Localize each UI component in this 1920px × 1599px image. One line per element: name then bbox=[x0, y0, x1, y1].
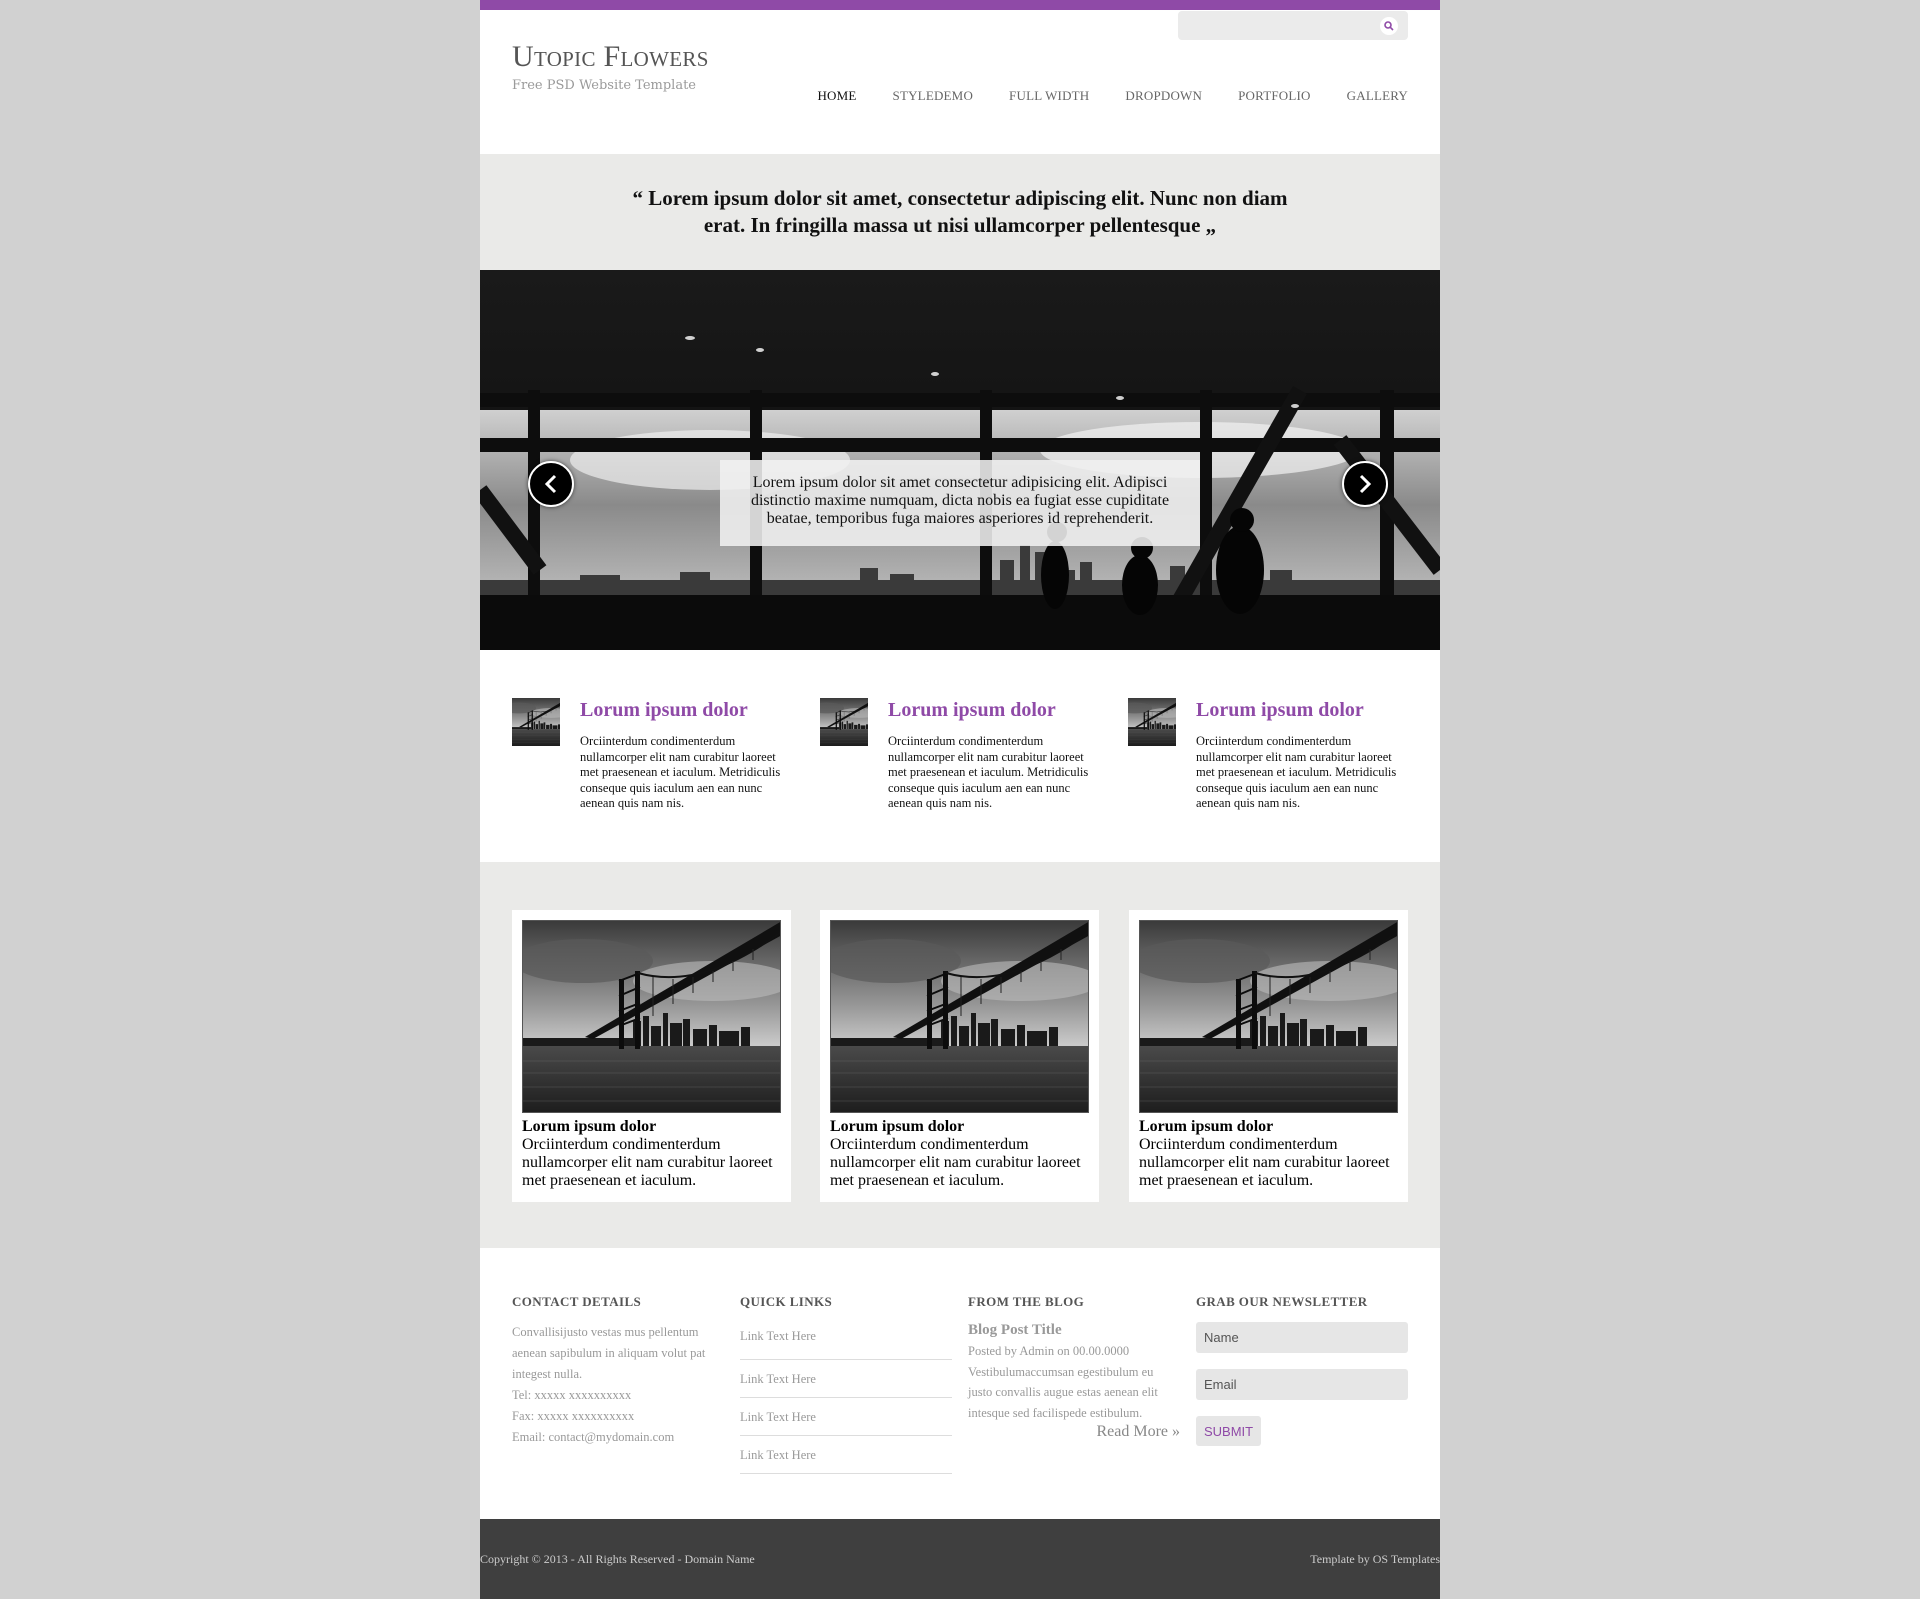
newsletter-heading: GRAB OUR NEWSLETTER bbox=[1196, 1294, 1368, 1309]
feature-title[interactable]: Lorum ipsum dolor bbox=[580, 698, 748, 722]
quick-links-heading: QUICK LINKS bbox=[740, 1294, 833, 1309]
gallery-section: Lorum ipsum dolor Orciinterdum condiment… bbox=[480, 862, 1440, 1248]
search-icon bbox=[1384, 21, 1394, 31]
gallery-card: Lorum ipsum dolor Orciinterdum condiment… bbox=[820, 910, 1099, 1202]
bottom-bar: Copyright © 2013 - All Rights Reserved -… bbox=[480, 1519, 1440, 1599]
quick-link[interactable]: Link Text Here bbox=[740, 1322, 952, 1360]
slider-caption: Lorem ipsum dolor sit amet consectetur a… bbox=[720, 460, 1200, 546]
feature-item: Lorum ipsum dolor Orciinterdum condiment… bbox=[820, 698, 1105, 828]
feature-text: Orciinterdum condimenterdum nullamcorper… bbox=[1196, 734, 1397, 810]
name-field[interactable] bbox=[1196, 1322, 1408, 1353]
gallery-card-title[interactable]: Lorum ipsum dolor bbox=[522, 1117, 656, 1136]
gallery-card-text: Orciinterdum condimenterdum nullamcorper… bbox=[1139, 1136, 1390, 1189]
contact-fax: Fax: xxxxx xxxxxxxxxx bbox=[512, 1409, 635, 1423]
feature-thumbnail[interactable] bbox=[1128, 698, 1176, 746]
gallery-card-title[interactable]: Lorum ipsum dolor bbox=[1139, 1117, 1273, 1136]
page: Utopic Flowers Free PSD Website Template… bbox=[480, 0, 1440, 1599]
copyright-text: Copyright © 2013 - All Rights Reserved -… bbox=[480, 1552, 755, 1566]
feature-item: Lorum ipsum dolor Orciinterdum condiment… bbox=[1128, 698, 1413, 828]
logo-subtitle: Free PSD Website Template bbox=[512, 78, 696, 93]
quick-link[interactable]: Link Text Here bbox=[740, 1398, 952, 1436]
nav-full-width[interactable]: FULL WIDTH bbox=[1009, 88, 1089, 104]
feature-text: Orciinterdum condimenterdum nullamcorper… bbox=[888, 734, 1089, 810]
contact-text: Convallisijusto vestas mus pellentum aen… bbox=[512, 1325, 706, 1381]
newsletter: GRAB OUR NEWSLETTER SUBMIT bbox=[1196, 1294, 1408, 1446]
submit-button[interactable]: SUBMIT bbox=[1196, 1416, 1262, 1446]
blog-post-text: Vestibulumaccumsan egestibulum eu justo … bbox=[968, 1364, 1158, 1420]
feature-item: Lorum ipsum dolor Orciinterdum condiment… bbox=[512, 698, 797, 828]
logo-title[interactable]: Utopic Flowers bbox=[512, 40, 709, 74]
chevron-left-icon bbox=[544, 474, 557, 494]
quick-link[interactable]: Link Text Here bbox=[740, 1436, 952, 1474]
gallery-card: Lorum ipsum dolor Orciinterdum condiment… bbox=[512, 910, 791, 1202]
top-accent-bar bbox=[480, 0, 1440, 10]
gallery-image[interactable] bbox=[830, 920, 1089, 1113]
feature-thumbnail[interactable] bbox=[512, 698, 560, 746]
email-field[interactable] bbox=[1196, 1369, 1408, 1400]
nav-gallery[interactable]: GALLERY bbox=[1347, 88, 1408, 104]
gallery-card-text: Orciinterdum condimenterdum nullamcorper… bbox=[830, 1136, 1081, 1189]
image-slider: Lorem ipsum dolor sit amet consectetur a… bbox=[480, 270, 1440, 650]
feature-title[interactable]: Lorum ipsum dolor bbox=[1196, 698, 1364, 722]
nav-styledemo[interactable]: STYLEDEMO bbox=[893, 88, 974, 104]
search-box[interactable] bbox=[1178, 11, 1408, 40]
feature-thumbnail[interactable] bbox=[820, 698, 868, 746]
gallery-image[interactable] bbox=[522, 920, 781, 1113]
feature-text: Orciinterdum condimenterdum nullamcorper… bbox=[580, 734, 781, 810]
feature-title[interactable]: Lorum ipsum dolor bbox=[888, 698, 1056, 722]
gallery-image[interactable] bbox=[1139, 920, 1398, 1113]
slider-next-button[interactable] bbox=[1342, 461, 1388, 507]
main-nav: HOME STYLEDEMO FULL WIDTH DROPDOWN PORTF… bbox=[817, 88, 1408, 104]
search-input[interactable] bbox=[1186, 15, 1370, 37]
slider-caption-text: Lorem ipsum dolor sit amet consectetur a… bbox=[750, 474, 1170, 527]
nav-home[interactable]: HOME bbox=[817, 88, 856, 104]
gallery-card-text: Orciinterdum condimenterdum nullamcorper… bbox=[522, 1136, 773, 1189]
features-section: Lorum ipsum dolor Orciinterdum condiment… bbox=[480, 650, 1440, 862]
read-more-link[interactable]: Read More » bbox=[968, 1423, 1180, 1441]
search-button[interactable] bbox=[1380, 17, 1398, 35]
quote-text: “ Lorem ipsum dolor sit amet, consectetu… bbox=[632, 186, 1288, 237]
quick-links: QUICK LINKS Link Text Here Link Text Her… bbox=[740, 1294, 952, 1474]
contact-heading: CONTACT DETAILS bbox=[512, 1294, 642, 1309]
blog-preview: FROM THE BLOG Blog Post Title Posted by … bbox=[968, 1294, 1180, 1441]
contact-details: CONTACT DETAILS Convallisijusto vestas m… bbox=[512, 1294, 717, 1448]
blog-post-meta: Posted by Admin on 00.00.0000 bbox=[968, 1344, 1130, 1358]
quick-link[interactable]: Link Text Here bbox=[740, 1360, 952, 1398]
gallery-card: Lorum ipsum dolor Orciinterdum condiment… bbox=[1129, 910, 1408, 1202]
nav-dropdown[interactable]: DROPDOWN bbox=[1125, 88, 1202, 104]
nav-portfolio[interactable]: PORTFOLIO bbox=[1238, 88, 1311, 104]
chevron-right-icon bbox=[1359, 474, 1372, 494]
blog-post-title[interactable]: Blog Post Title bbox=[968, 1322, 1180, 1339]
template-credit[interactable]: Template by OS Templates bbox=[1310, 1552, 1440, 1567]
blog-heading: FROM THE BLOG bbox=[968, 1294, 1085, 1309]
gallery-card-title[interactable]: Lorum ipsum dolor bbox=[830, 1117, 964, 1136]
slider-prev-button[interactable] bbox=[528, 461, 574, 507]
contact-email[interactable]: Email: contact@mydomain.com bbox=[512, 1427, 717, 1448]
contact-tel: Tel: xxxxx xxxxxxxxxx bbox=[512, 1388, 632, 1402]
quote-banner: “ Lorem ipsum dolor sit amet, consectetu… bbox=[480, 154, 1440, 270]
footer: CONTACT DETAILS Convallisijusto vestas m… bbox=[480, 1248, 1440, 1519]
